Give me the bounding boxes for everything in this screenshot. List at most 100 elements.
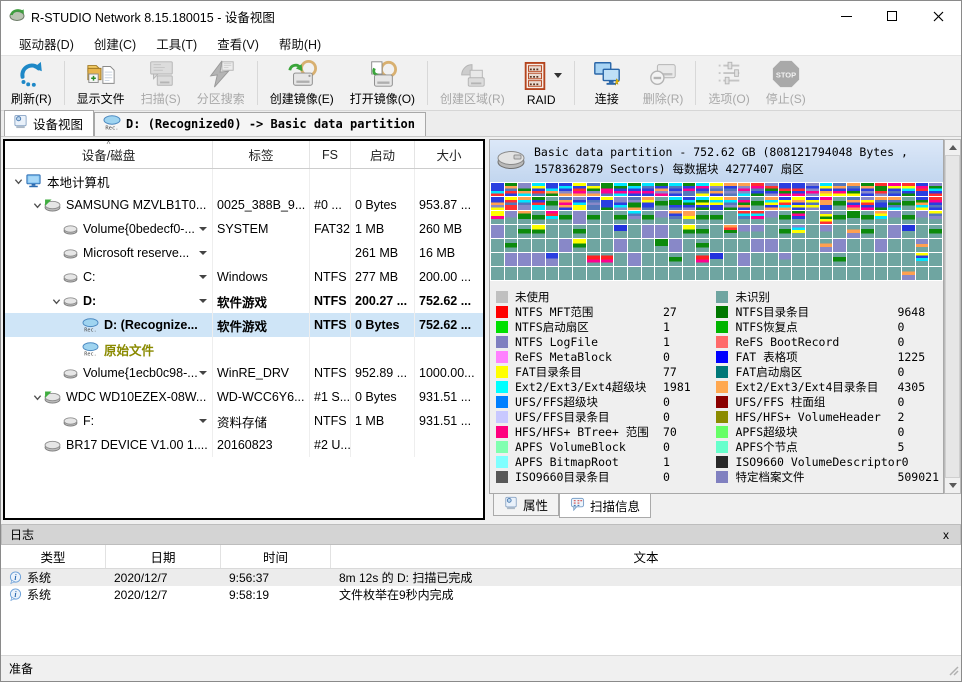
column-header-boot[interactable]: 启动 xyxy=(351,141,415,168)
scan-block xyxy=(696,267,709,280)
scan-partition-header[interactable]: Basic data partition - 752.62 GB (808121… xyxy=(490,140,943,182)
chevron-down-icon[interactable] xyxy=(199,419,207,423)
refresh-button[interactable]: 刷新(R) xyxy=(3,58,60,108)
disk-green-icon xyxy=(44,391,61,404)
scan-block xyxy=(779,211,792,224)
maximize-button[interactable] xyxy=(869,1,915,31)
open-image-button[interactable]: 打开镜像(O) xyxy=(342,58,423,108)
scroll-up-icon[interactable] xyxy=(945,140,960,155)
scan-block xyxy=(505,225,518,238)
log-row[interactable]: i系统2020/12/79:56:378m 12s 的 D: 扫描已完成 xyxy=(1,569,961,586)
minimize-button[interactable] xyxy=(823,1,869,31)
scan-block xyxy=(614,183,627,196)
label-cell: WD-WCC6Y6... xyxy=(213,385,310,409)
scan-block xyxy=(916,211,929,224)
chevron-down-icon[interactable] xyxy=(199,227,207,231)
tree-row[interactable]: F:资料存储NTFS1 MB931.51 ... xyxy=(5,409,483,433)
scan-block xyxy=(683,225,696,238)
log-column-text[interactable]: 文本 xyxy=(331,545,961,568)
column-header-fs[interactable]: FS xyxy=(310,141,351,168)
info-tab-bar: 属性 扫描信息 xyxy=(489,494,961,520)
chevron-down-icon[interactable] xyxy=(554,73,562,78)
size-cell xyxy=(415,169,483,193)
tab-scan-info[interactable]: 扫描信息 xyxy=(559,494,651,518)
label-cell: 20160823 xyxy=(213,433,310,457)
log-column-type[interactable]: 类型 xyxy=(1,545,106,568)
scrollbar-vertical[interactable] xyxy=(944,139,961,494)
menu-item-0[interactable]: 驱动器(D) xyxy=(9,31,84,56)
tree-row[interactable]: Rec.原始文件 xyxy=(5,337,483,361)
raid-button[interactable]: RAID xyxy=(513,58,570,108)
title-bar: R-STUDIO Network 8.15.180015 - 设备视图 xyxy=(1,1,961,31)
column-header-device[interactable]: ^设备/磁盘 xyxy=(5,141,213,168)
size-cell: 953.87 ... xyxy=(415,193,483,217)
show-files-button[interactable]: 显示文件 xyxy=(69,58,133,108)
legend-count: 509021 xyxy=(897,470,939,484)
legend-swatch xyxy=(716,426,728,438)
expand-chevron-icon[interactable] xyxy=(30,393,44,402)
scan-block xyxy=(532,211,545,224)
app-window: R-STUDIO Network 8.15.180015 - 设备视图 驱动器(… xyxy=(0,0,962,682)
tree-row[interactable]: Volume{1ecb0c98-...WinRE_DRVNTFS952.89 .… xyxy=(5,361,483,385)
tree-row[interactable]: Microsoft reserve...261 MB16 MB xyxy=(5,241,483,265)
expand-chevron-icon[interactable] xyxy=(30,201,44,210)
label-cell: SYSTEM xyxy=(213,217,310,241)
stop-button: STOP停止(S) xyxy=(758,58,814,108)
connect-button[interactable]: 连接 xyxy=(579,58,635,108)
log-column-time[interactable]: 时间 xyxy=(221,545,331,568)
menu-item-3[interactable]: 查看(V) xyxy=(207,31,269,56)
connect-icon xyxy=(592,59,622,89)
expand-chevron-icon[interactable] xyxy=(11,177,25,186)
log-row[interactable]: i系统2020/12/79:58:19文件枚举在9秒内完成 xyxy=(1,586,961,603)
scan-block xyxy=(642,197,655,210)
column-header-label[interactable]: 标签 xyxy=(213,141,310,168)
log-rows: i系统2020/12/79:56:378m 12s 的 D: 扫描已完成i系统2… xyxy=(1,569,961,603)
tab-recognized-partition[interactable]: Rec. D: (Recognized0) -> Basic data part… xyxy=(94,112,426,136)
scan-block xyxy=(738,253,751,266)
log-column-date[interactable]: 日期 xyxy=(106,545,221,568)
toolbar-button-label: 创建镜像(E) xyxy=(270,90,334,107)
tree-row[interactable]: Rec.D: (Recognize...软件游戏NTFS0 Bytes752.6… xyxy=(5,313,483,337)
boot-cell: 0 Bytes xyxy=(351,313,415,337)
create-image-icon xyxy=(286,59,318,89)
legend-label: 特定档案文件 xyxy=(735,469,897,485)
legend-count: 70 xyxy=(663,425,677,439)
tree-row[interactable]: BR17 DEVICE V1.00 1....20160823#2 U... xyxy=(5,433,483,457)
scan-block xyxy=(546,197,559,210)
size-cell: 931.51 ... xyxy=(415,385,483,409)
chevron-down-icon[interactable] xyxy=(199,251,207,255)
refresh-icon xyxy=(16,59,46,89)
device-tree-panel: ^设备/磁盘 标签 FS 启动 大小 本地计算机SAMSUNG MZVLB1T0… xyxy=(3,139,485,520)
create-image-button[interactable]: 创建镜像(E) xyxy=(262,58,342,108)
column-header-size[interactable]: 大小 xyxy=(415,141,483,168)
tree-row[interactable]: Volume{0bedecf0-...SYSTEMFAT321 MB260 MB xyxy=(5,217,483,241)
menu-item-4[interactable]: 帮助(H) xyxy=(269,31,331,56)
toolbar-button-label: 选项(O) xyxy=(708,90,749,107)
tree-row[interactable]: C:WindowsNTFS277 MB200.00 ... xyxy=(5,265,483,289)
label-cell: 软件游戏 xyxy=(213,313,310,337)
expand-chevron-icon[interactable] xyxy=(49,297,63,306)
menu-item-2[interactable]: 工具(T) xyxy=(146,31,207,56)
scroll-down-icon[interactable] xyxy=(945,478,960,493)
scrollbar-thumb[interactable] xyxy=(945,155,960,478)
tab-properties[interactable]: 属性 xyxy=(493,494,559,516)
tree-row[interactable]: 本地计算机 xyxy=(5,169,483,193)
tree-row[interactable]: SAMSUNG MZVLB1T0...0025_388B_9...#0 ...0… xyxy=(5,193,483,217)
tree-row[interactable]: WDC WD10EZEX-08W...WD-WCC6Y6...#1 S...0 … xyxy=(5,385,483,409)
log-close-button[interactable]: x xyxy=(940,528,952,542)
chevron-down-icon[interactable] xyxy=(199,371,207,375)
close-button[interactable] xyxy=(915,1,961,31)
scan-block xyxy=(929,197,942,210)
legend-count: 0 xyxy=(897,335,904,349)
scan-block xyxy=(833,267,846,280)
tree-row[interactable]: D:软件游戏NTFS200.27 ...752.62 ... xyxy=(5,289,483,313)
legend-item: FAT启动扇区0 xyxy=(716,364,939,379)
tab-device-view[interactable]: 设备视图 xyxy=(4,110,94,136)
legend-count: 27 xyxy=(663,305,677,319)
scan-block xyxy=(628,267,641,280)
resize-grip[interactable] xyxy=(947,664,959,679)
chevron-down-icon[interactable] xyxy=(199,275,207,279)
scan-block xyxy=(888,183,901,196)
chevron-down-icon[interactable] xyxy=(199,299,207,303)
menu-item-1[interactable]: 创建(C) xyxy=(84,31,146,56)
